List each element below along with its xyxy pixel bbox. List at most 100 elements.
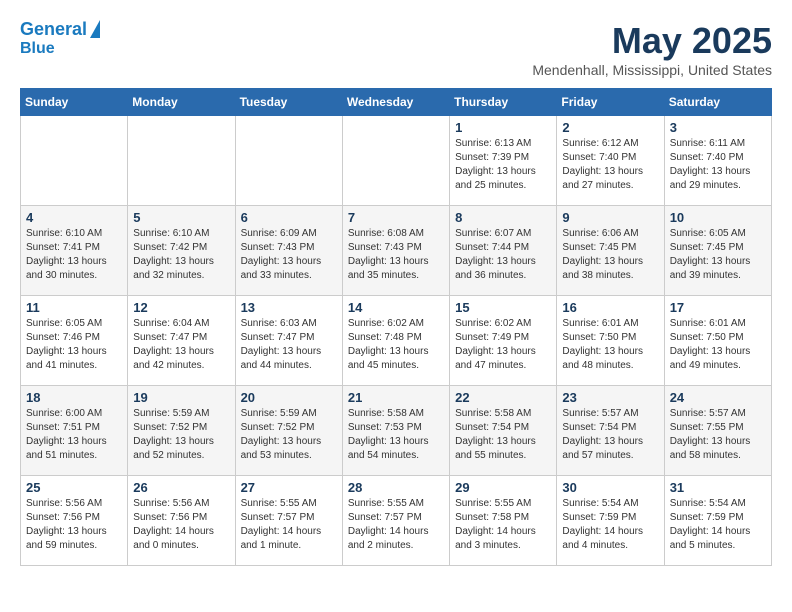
day-info: Sunrise: 6:05 AM Sunset: 7:46 PM Dayligh… [26,317,122,373]
day-info: Sunrise: 6:02 AM Sunset: 7:49 PM Dayligh… [455,317,551,373]
day-number: 13 [241,300,337,315]
day-info: Sunrise: 6:04 AM Sunset: 7:47 PM Dayligh… [133,317,229,373]
day-number: 5 [133,210,229,225]
day-info: Sunrise: 6:11 AM Sunset: 7:40 PM Dayligh… [670,137,766,193]
calendar-cell: 23 Sunrise: 5:57 AM Sunset: 7:54 PM Dayli… [557,386,664,476]
day-number: 17 [670,300,766,315]
calendar-cell: 12 Sunrise: 6:04 AM Sunset: 7:47 PM Dayli… [128,296,235,386]
logo-text: General [20,20,87,40]
calendar-cell [21,116,128,206]
day-number: 6 [241,210,337,225]
day-number: 18 [26,390,122,405]
calendar-cell: 9Sunrise: 6:06 AM Sunset: 7:45 PM Daylig… [557,206,664,296]
weekday-header: Tuesday [235,89,342,116]
day-number: 12 [133,300,229,315]
day-info: Sunrise: 6:08 AM Sunset: 7:43 PM Dayligh… [348,227,444,283]
day-info: Sunrise: 6:02 AM Sunset: 7:48 PM Dayligh… [348,317,444,373]
day-info: Sunrise: 5:59 AM Sunset: 7:52 PM Dayligh… [241,407,337,463]
calendar-cell: 15 Sunrise: 6:02 AM Sunset: 7:49 PM Dayli… [450,296,557,386]
day-info: Sunrise: 6:10 AM Sunset: 7:42 PM Dayligh… [133,227,229,283]
day-number: 23 [562,390,658,405]
calendar-cell: 1Sunrise: 6:13 AM Sunset: 7:39 PM Daylig… [450,116,557,206]
day-number: 20 [241,390,337,405]
day-info: Sunrise: 5:56 AM Sunset: 7:56 PM Dayligh… [133,497,229,553]
calendar-cell: 31 Sunrise: 5:54 AM Sunset: 7:59 PM Dayli… [664,476,771,566]
day-info: Sunrise: 6:10 AM Sunset: 7:41 PM Dayligh… [26,227,122,283]
day-info: Sunrise: 5:57 AM Sunset: 7:55 PM Dayligh… [670,407,766,463]
calendar-cell: 7 Sunrise: 6:08 AM Sunset: 7:43 PM Daylig… [342,206,449,296]
calendar-cell: 10Sunrise: 6:05 AM Sunset: 7:45 PM Dayli… [664,206,771,296]
day-info: Sunrise: 6:06 AM Sunset: 7:45 PM Dayligh… [562,227,658,283]
day-info: Sunrise: 5:58 AM Sunset: 7:53 PM Dayligh… [348,407,444,463]
day-info: Sunrise: 6:03 AM Sunset: 7:47 PM Dayligh… [241,317,337,373]
calendar-cell: 28Sunrise: 5:55 AM Sunset: 7:57 PM Dayli… [342,476,449,566]
day-number: 15 [455,300,551,315]
calendar-cell: 24 Sunrise: 5:57 AM Sunset: 7:55 PM Dayli… [664,386,771,476]
calendar-cell: 25 Sunrise: 5:56 AM Sunset: 7:56 PM Dayli… [21,476,128,566]
calendar-cell: 26 Sunrise: 5:56 AM Sunset: 7:56 PM Dayli… [128,476,235,566]
day-info: Sunrise: 6:07 AM Sunset: 7:44 PM Dayligh… [455,227,551,283]
day-info: Sunrise: 6:00 AM Sunset: 7:51 PM Dayligh… [26,407,122,463]
weekday-header: Wednesday [342,89,449,116]
calendar-cell: 17 Sunrise: 6:01 AM Sunset: 7:50 PM Dayli… [664,296,771,386]
day-number: 2 [562,120,658,135]
month-title: May 2025 [532,20,772,62]
calendar-cell: 13 Sunrise: 6:03 AM Sunset: 7:47 PM Dayli… [235,296,342,386]
calendar-week-row: 1Sunrise: 6:13 AM Sunset: 7:39 PM Daylig… [21,116,772,206]
day-number: 8 [455,210,551,225]
calendar-cell: 3 Sunrise: 6:11 AM Sunset: 7:40 PM Daylig… [664,116,771,206]
calendar-cell [342,116,449,206]
day-info: Sunrise: 5:55 AM Sunset: 7:58 PM Dayligh… [455,497,551,553]
calendar-cell: 16 Sunrise: 6:01 AM Sunset: 7:50 PM Dayli… [557,296,664,386]
title-section: May 2025 Mendenhall, Mississippi, United… [532,20,772,78]
day-number: 25 [26,480,122,495]
day-number: 3 [670,120,766,135]
weekday-header: Saturday [664,89,771,116]
calendar-cell: 8 Sunrise: 6:07 AM Sunset: 7:44 PM Daylig… [450,206,557,296]
day-number: 22 [455,390,551,405]
day-info: Sunrise: 5:59 AM Sunset: 7:52 PM Dayligh… [133,407,229,463]
calendar-cell [235,116,342,206]
calendar-cell: 11Sunrise: 6:05 AM Sunset: 7:46 PM Dayli… [21,296,128,386]
day-number: 14 [348,300,444,315]
day-info: Sunrise: 6:01 AM Sunset: 7:50 PM Dayligh… [670,317,766,373]
day-number: 19 [133,390,229,405]
calendar-cell: 30Sunrise: 5:54 AM Sunset: 7:59 PM Dayli… [557,476,664,566]
day-info: Sunrise: 5:55 AM Sunset: 7:57 PM Dayligh… [241,497,337,553]
weekday-header: Sunday [21,89,128,116]
day-info: Sunrise: 5:56 AM Sunset: 7:56 PM Dayligh… [26,497,122,553]
day-info: Sunrise: 5:57 AM Sunset: 7:54 PM Dayligh… [562,407,658,463]
day-number: 28 [348,480,444,495]
day-info: Sunrise: 6:01 AM Sunset: 7:50 PM Dayligh… [562,317,658,373]
logo-triangle-icon [90,20,100,38]
day-number: 29 [455,480,551,495]
day-number: 26 [133,480,229,495]
weekday-header: Monday [128,89,235,116]
weekday-header: Friday [557,89,664,116]
day-info: Sunrise: 6:12 AM Sunset: 7:40 PM Dayligh… [562,137,658,193]
page-header: General Blue May 2025 Mendenhall, Missis… [20,20,772,78]
calendar-cell: 6Sunrise: 6:09 AM Sunset: 7:43 PM Daylig… [235,206,342,296]
day-info: Sunrise: 5:54 AM Sunset: 7:59 PM Dayligh… [670,497,766,553]
calendar-table: SundayMondayTuesdayWednesdayThursdayFrid… [20,88,772,566]
calendar-cell: 20 Sunrise: 5:59 AM Sunset: 7:52 PM Dayli… [235,386,342,476]
calendar-week-row: 25 Sunrise: 5:56 AM Sunset: 7:56 PM Dayli… [21,476,772,566]
calendar-cell: 19 Sunrise: 5:59 AM Sunset: 7:52 PM Dayli… [128,386,235,476]
calendar-cell: 5 Sunrise: 6:10 AM Sunset: 7:42 PM Daylig… [128,206,235,296]
calendar-cell: 29 Sunrise: 5:55 AM Sunset: 7:58 PM Dayli… [450,476,557,566]
weekday-header: Thursday [450,89,557,116]
day-number: 31 [670,480,766,495]
day-number: 7 [348,210,444,225]
calendar-cell: 4Sunrise: 6:10 AM Sunset: 7:41 PM Daylig… [21,206,128,296]
day-info: Sunrise: 6:05 AM Sunset: 7:45 PM Dayligh… [670,227,766,283]
day-number: 24 [670,390,766,405]
day-number: 16 [562,300,658,315]
calendar-cell: 2 Sunrise: 6:12 AM Sunset: 7:40 PM Daylig… [557,116,664,206]
day-number: 30 [562,480,658,495]
calendar-cell: 18 Sunrise: 6:00 AM Sunset: 7:51 PM Dayli… [21,386,128,476]
calendar-cell: 21Sunrise: 5:58 AM Sunset: 7:53 PM Dayli… [342,386,449,476]
calendar-cell: 27Sunrise: 5:55 AM Sunset: 7:57 PM Dayli… [235,476,342,566]
day-info: Sunrise: 5:58 AM Sunset: 7:54 PM Dayligh… [455,407,551,463]
calendar-cell [128,116,235,206]
calendar-cell: 14 Sunrise: 6:02 AM Sunset: 7:48 PM Dayli… [342,296,449,386]
